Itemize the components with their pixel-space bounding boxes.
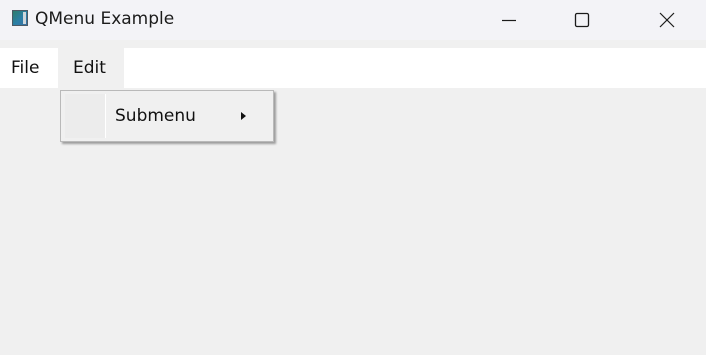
minimize-icon <box>502 19 516 22</box>
menu-item-submenu[interactable]: Submenu <box>107 94 269 138</box>
close-icon <box>659 12 675 28</box>
window-title: QMenu Example <box>35 9 175 29</box>
submenu-arrow-icon <box>241 112 246 120</box>
menu-item-submenu-label: Submenu <box>115 106 196 126</box>
menu-bar: File Edit <box>0 48 706 88</box>
title-bar: QMenu Example <box>0 0 706 40</box>
minimize-button[interactable] <box>484 0 534 40</box>
app-window-icon <box>12 10 28 26</box>
menu-icon-gutter <box>65 94 106 138</box>
maximize-button[interactable] <box>557 0 607 40</box>
maximize-icon <box>574 12 590 28</box>
menu-file[interactable]: File <box>0 48 58 88</box>
close-button[interactable] <box>642 0 692 40</box>
menu-edit[interactable]: Edit <box>58 48 124 88</box>
edit-dropdown-menu: Submenu <box>60 90 274 142</box>
